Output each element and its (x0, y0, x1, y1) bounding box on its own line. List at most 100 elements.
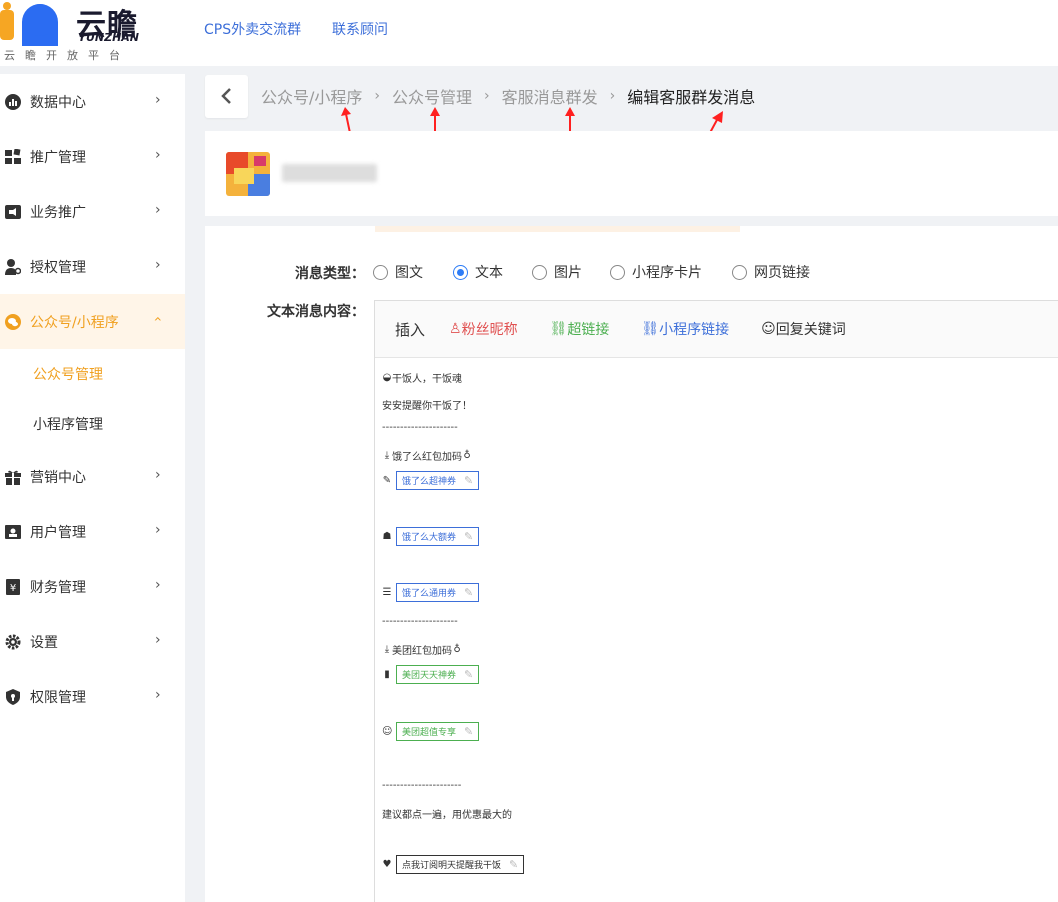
radio-circle (532, 264, 547, 280)
sidebar-item-user-mgmt[interactable]: 用户管理 › (0, 504, 185, 559)
chevron-right-icon: › (155, 577, 161, 593)
line-text: 干饭人，干饭魂 (392, 374, 462, 385)
radio-web-link[interactable]: 网页链接 (732, 262, 810, 282)
cps-group-link[interactable]: CPS外卖交流群 (204, 19, 301, 39)
sidebar-item-label: 财务管理 (30, 579, 86, 596)
message-form: 消息类型： 图文 文本 图片 小程序卡片 网页链接 文本消息内容： 插入 ♙ 粉丝… (205, 226, 1058, 902)
link-chip[interactable]: 点我订阅明天提醒我干饭 ✎ (396, 855, 525, 874)
account-card (205, 131, 1058, 216)
divider-line: --------------------- (382, 616, 458, 627)
radio-mini-card[interactable]: 小程序卡片 (610, 262, 702, 282)
grid-icon (4, 148, 22, 166)
sidebar-item-label: 推广管理 (30, 149, 86, 166)
insert-label: 插入 (395, 320, 426, 339)
contact-advisor-link[interactable]: 联系顾问 (332, 19, 388, 39)
radio-circle (610, 264, 625, 280)
chevron-up-icon: › (149, 316, 166, 322)
sidebar-item-label: 用户管理 (30, 524, 86, 541)
text-line: ◒ 干饭人，干饭魂 (382, 370, 462, 385)
burger-icon: ☰ (382, 587, 392, 598)
text-line: ⤓ 美团红包加码 ♁ (382, 642, 462, 657)
edit-pen-icon[interactable]: ✎ (464, 474, 473, 487)
megaphone-icon (4, 203, 22, 221)
insert-hyperlink-button[interactable]: ⛓ 超链接 (550, 319, 610, 339)
chat-icon: ☺ (761, 321, 776, 337)
edit-pen-icon[interactable]: ✎ (464, 586, 473, 599)
breadcrumb-item[interactable]: 公众号管理 (392, 84, 472, 108)
radio-label: 文本 (475, 265, 503, 281)
chevron-right-icon: › (155, 147, 161, 163)
chopsticks-icon: ✎ (382, 475, 392, 486)
account-avatar (226, 152, 270, 196)
link-line: ☗ 饿了么大额券 ✎ (382, 527, 480, 546)
radio-circle (373, 264, 388, 280)
svg-text:¥: ¥ (10, 583, 16, 594)
sidebar-item-auth-mgmt[interactable]: 授权管理 › (0, 239, 185, 294)
sidebar-item-settings[interactable]: 设置 › (0, 614, 185, 669)
sidebar-item-label: 营销中心 (30, 469, 86, 486)
notice-strip (375, 226, 740, 232)
chip-text: 饿了么大额券 (402, 533, 457, 543)
link-line: ☰ 饿了么通用券 ✎ (382, 583, 480, 602)
sidebar-subitem-official-account[interactable]: 公众号管理 (0, 349, 185, 399)
chip-text: 点我订阅明天提醒我干饭 (402, 861, 502, 871)
food-icon: ☗ (382, 531, 392, 542)
text-editor[interactable]: 插入 ♙ 粉丝昵称 ⛓ 超链接 ⛓ 小程序链接 ☺ 回复关键词 ◒ 干饭人，干饭魂 安安提… (374, 300, 1058, 902)
radio-text[interactable]: 文本 (453, 262, 503, 282)
annotation-arrow-icon (565, 107, 575, 133)
breadcrumb-separator: › (609, 88, 616, 104)
insert-fan-nickname-button[interactable]: ♙ 粉丝昵称 (449, 319, 518, 339)
chevron-right-icon: › (155, 632, 161, 648)
sidebar-subitem-mini-program[interactable]: 小程序管理 (0, 399, 185, 449)
link-line: ☺ 美团超值专享 ✎ (382, 722, 480, 741)
chevron-right-icon: › (155, 467, 161, 483)
sidebar-item-promo-mgmt[interactable]: 推广管理 › (0, 129, 185, 184)
radio-image[interactable]: 图片 (532, 262, 582, 282)
chevron-right-icon: › (155, 522, 161, 538)
toolbar-label: 粉丝昵称 (461, 322, 518, 338)
line-text: 美团红包加码 (392, 646, 452, 657)
radio-circle-checked (453, 264, 468, 280)
sidebar-item-marketing[interactable]: 营销中心 › (0, 449, 185, 504)
link-chip[interactable]: 饿了么大额券 ✎ (396, 527, 480, 546)
sidebar-item-business-promo[interactable]: 业务推广 › (0, 184, 185, 239)
edit-pen-icon[interactable]: ✎ (464, 530, 473, 543)
breadcrumb-separator: › (374, 88, 381, 104)
chevron-right-icon: › (155, 92, 161, 108)
link-chip[interactable]: 美团天天神券 ✎ (396, 665, 480, 684)
download-icon: ⤓ (384, 450, 390, 461)
text-line: 建议都点一遍，用优惠最大的 (382, 810, 512, 821)
chip-text: 饿了么通用券 (402, 589, 457, 599)
insert-mini-link-button[interactable]: ⛓ 小程序链接 (641, 319, 729, 339)
radio-news[interactable]: 图文 (373, 262, 423, 282)
radio-label: 小程序卡片 (632, 265, 702, 281)
user-key-icon (4, 258, 22, 276)
link-chip[interactable]: 饿了么通用券 ✎ (396, 583, 480, 602)
breadcrumb-item[interactable]: 公众号/小程序 (261, 84, 362, 108)
yuan-icon: ¥ (4, 578, 22, 596)
chip-text: 饿了么超神券 (402, 477, 457, 487)
wechat-icon (4, 313, 22, 331)
radio-label: 图文 (395, 265, 423, 281)
editor-toolbar: 插入 ♙ 粉丝昵称 ⛓ 超链接 ⛓ 小程序链接 ☺ 回复关键词 (375, 301, 1058, 358)
radio-label: 图片 (554, 265, 582, 281)
heart-icon: ♥ (382, 859, 392, 870)
edit-pen-icon[interactable]: ✎ (464, 725, 473, 738)
sidebar-item-wechat-mini[interactable]: 公众号/小程序 › (0, 294, 185, 349)
chevron-right-icon: › (155, 687, 161, 703)
sidebar-item-data-center[interactable]: 数据中心 › (0, 74, 185, 129)
sidebar-item-label: 设置 (30, 634, 58, 651)
chevron-right-icon: › (155, 202, 161, 218)
breadcrumb-item[interactable]: 客服消息群发 (502, 84, 598, 108)
content-label: 文本消息内容： (267, 304, 365, 320)
insert-reply-keyword-button[interactable]: ☺ 回复关键词 (761, 319, 846, 339)
link-chip[interactable]: 饿了么超神券 ✎ (396, 471, 480, 490)
sidebar-item-finance[interactable]: ¥ 财务管理 › (0, 559, 185, 614)
edit-pen-icon[interactable]: ✎ (509, 858, 518, 871)
link-chip[interactable]: 美团超值专享 ✎ (396, 722, 480, 741)
sidebar-item-permission[interactable]: 权限管理 › (0, 669, 185, 724)
sidebar-item-label: 权限管理 (30, 689, 86, 706)
edit-pen-icon[interactable]: ✎ (464, 668, 473, 681)
back-button[interactable] (205, 74, 248, 118)
link-line: ♥ 点我订阅明天提醒我干饭 ✎ (382, 855, 525, 874)
